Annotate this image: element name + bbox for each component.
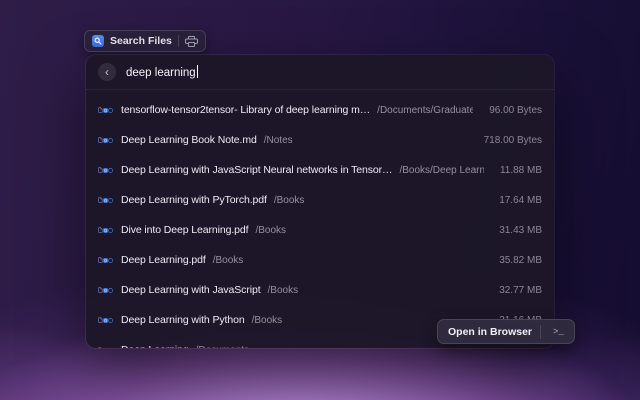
- result-row[interactable]: Deep Learning Book Note.md /Notes 718.00…: [86, 125, 554, 155]
- result-size: 96.00 Bytes: [489, 105, 542, 116]
- search-input[interactable]: deep learning: [126, 65, 198, 79]
- result-name: Deep Learning with JavaScript: [121, 284, 261, 296]
- circle-icon: [98, 283, 113, 298]
- result-path: /Books: [252, 315, 283, 326]
- result-name: tensorflow-tensor2tensor- Library of dee…: [121, 104, 370, 116]
- terminal-key-icon: >_: [549, 325, 568, 339]
- search-files-app-icon: [92, 35, 104, 47]
- open-in-browser-label: Open in Browser: [448, 326, 532, 338]
- result-path: /Books/Deep Learning wi…: [399, 165, 484, 176]
- result-name: Deep Learning: [121, 344, 189, 348]
- result-name: Deep Learning with JavaScript Neural net…: [121, 164, 392, 176]
- result-size: 32.77 MB: [499, 285, 542, 296]
- result-path: /Books: [268, 285, 299, 296]
- result-name: Deep Learning with Python: [121, 314, 245, 326]
- badge-divider: [178, 35, 179, 47]
- result-path: /Books: [255, 225, 286, 236]
- file-icon: [98, 193, 113, 208]
- result-path: /Books: [213, 255, 244, 266]
- text-caret: [197, 65, 198, 78]
- circle-icon: [98, 313, 113, 328]
- search-bar[interactable]: ‹ deep learning: [86, 55, 554, 90]
- results-list: tensorflow-tensor2tensor- Library of dee…: [86, 90, 554, 348]
- printer-icon[interactable]: [185, 36, 198, 47]
- file-icon: [98, 253, 113, 268]
- result-size: 35.82 MB: [499, 255, 542, 266]
- search-files-badge[interactable]: Search Files: [84, 30, 206, 52]
- circle-icon: [98, 343, 113, 349]
- result-name: Dive into Deep Learning.pdf: [121, 224, 248, 236]
- result-row[interactable]: Deep Learning with JavaScript Neural net…: [86, 155, 554, 185]
- result-row[interactable]: Deep Learning.pdf /Books 35.82 MB: [86, 245, 554, 275]
- circle-icon: [98, 163, 113, 178]
- result-size: 17.64 MB: [499, 195, 542, 206]
- result-path: /Documents/Graduate S…: [377, 105, 473, 116]
- result-path: /Notes: [264, 135, 293, 146]
- result-size: 31.43 MB: [499, 225, 542, 236]
- result-row[interactable]: Deep Learning with JavaScript /Books 32.…: [86, 275, 554, 305]
- note-icon: [98, 133, 113, 148]
- result-size: 11.88 MB: [500, 165, 542, 176]
- action-divider: [540, 325, 541, 339]
- result-name: Deep Learning.pdf: [121, 254, 206, 266]
- result-name: Deep Learning Book Note.md: [121, 134, 257, 146]
- result-size: 718.00 Bytes: [484, 135, 542, 146]
- back-button[interactable]: ‹: [98, 63, 116, 81]
- result-name: Deep Learning with PyTorch.pdf: [121, 194, 267, 206]
- search-files-panel: ‹ deep learning tensorflow-tensor2tensor…: [86, 55, 554, 348]
- result-path: /Books: [274, 195, 305, 206]
- file-icon: [98, 103, 113, 118]
- result-path: /Documents: [196, 345, 249, 348]
- chevron-left-icon: ‹: [105, 66, 109, 78]
- badge-label: Search Files: [110, 35, 172, 47]
- file-icon: [98, 223, 113, 238]
- result-row[interactable]: tensorflow-tensor2tensor- Library of dee…: [86, 95, 554, 125]
- open-in-browser-button[interactable]: Open in Browser >_: [437, 319, 575, 344]
- result-row[interactable]: Dive into Deep Learning.pdf /Books 31.43…: [86, 215, 554, 245]
- result-row[interactable]: Deep Learning with PyTorch.pdf /Books 17…: [86, 185, 554, 215]
